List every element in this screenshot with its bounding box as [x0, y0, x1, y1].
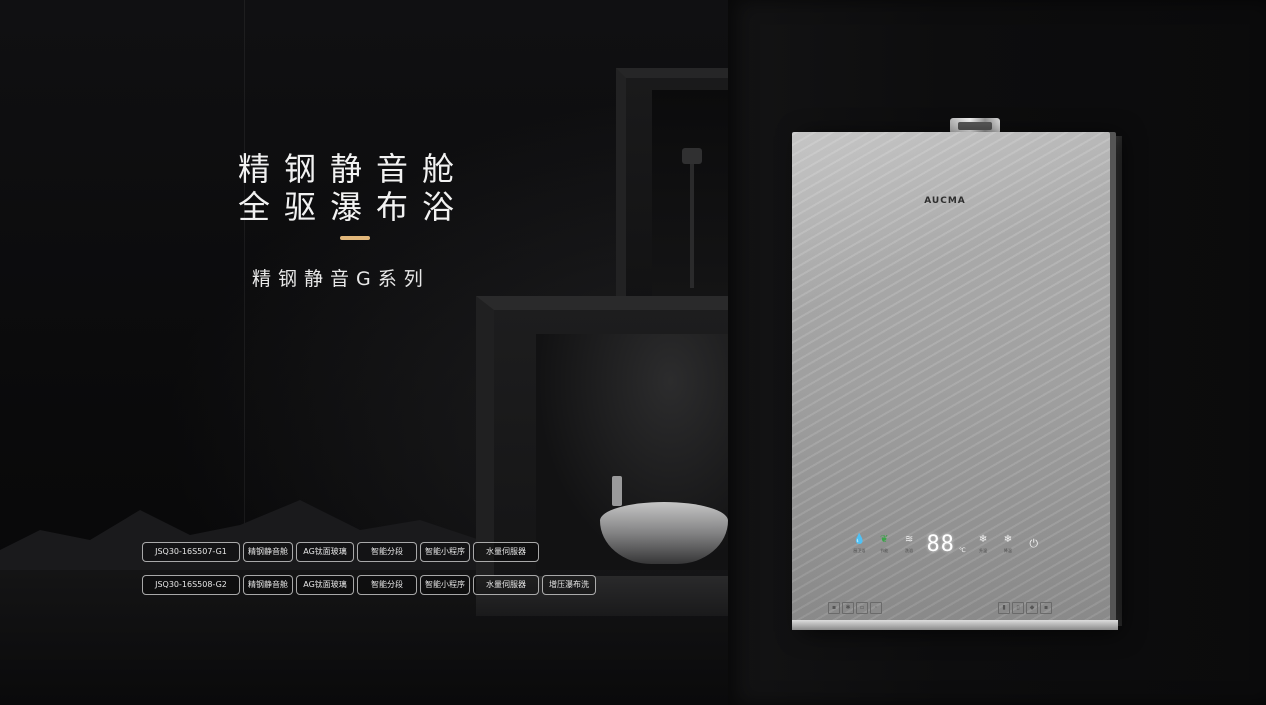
feature-chip[interactable]: 精钢静音舱	[243, 575, 293, 595]
mode-label: 厨卫浴	[853, 548, 866, 553]
power-icon[interactable]: ⏻	[1029, 537, 1038, 551]
headline-line-1: 精钢静音舱	[238, 150, 469, 188]
headline: 精钢静音舱 全驱瀑布浴	[238, 150, 478, 226]
shower-pipe	[690, 148, 694, 288]
snowflake-icon: ❄	[1003, 534, 1013, 545]
badge-icon: ◆	[1026, 602, 1038, 614]
feature-chip[interactable]: 水量伺服器	[473, 575, 539, 595]
feature-chip[interactable]: AG钛面玻璃	[296, 542, 354, 562]
brand-logo: AUCMA	[924, 196, 966, 206]
feature-chip[interactable]: 智能小程序	[420, 542, 470, 562]
wave-icon: ≋	[904, 534, 914, 545]
mode-button[interactable]: 💧 厨卫浴	[848, 534, 871, 554]
model-chip[interactable]: JSQ30-16S508-G2	[142, 575, 240, 595]
badge-icon: ▯	[1012, 602, 1024, 614]
mode-button[interactable]: ❦ 节能	[873, 534, 896, 554]
heater-side	[1110, 136, 1122, 626]
badge-icon: ▫	[856, 602, 868, 614]
leaf-icon: ❦	[880, 534, 889, 545]
feature-icons: ▮ ▯ ◆ ▪	[998, 602, 1054, 614]
feature-chip[interactable]: 智能分段	[357, 542, 417, 562]
feature-chip[interactable]: AG钛面玻璃	[296, 575, 354, 595]
accent-bar	[340, 236, 370, 240]
badge-icon: ▪	[828, 602, 840, 614]
mode-label: 节能	[880, 548, 889, 553]
temp-up-label: 升温	[979, 548, 988, 553]
mode-button[interactable]: ≋ 洗浴	[898, 534, 921, 554]
feature-chip[interactable]: 水量伺服器	[473, 542, 539, 562]
mode-label: 洗浴	[905, 548, 914, 553]
feature-chip[interactable]: 精钢静音舱	[243, 542, 293, 562]
temp-up-button[interactable]: ❄ 升温	[972, 534, 995, 554]
certification-icons: ▪ ✱ ▫ ◦	[828, 602, 884, 614]
badge-icon: ✱	[842, 602, 854, 614]
feature-chip[interactable]: 增压瀑布洗	[542, 575, 596, 595]
temperature-display: 88	[926, 531, 955, 557]
model-row: JSQ30-16S508-G2 精钢静音舱 AG钛面玻璃 智能分段 智能小程序 …	[142, 575, 599, 595]
control-panel: 💧 厨卫浴 ❦ 节能 ≋ 洗浴 88 ℃ ❄ 升温 ❄ 降温 ⏻	[848, 528, 1038, 560]
faucet-icon	[612, 476, 622, 506]
hero-banner: 精钢静音舱 全驱瀑布浴 精钢静音G系列 JSQ30-16S507-G1 精钢静音…	[0, 0, 1266, 705]
snowflake-icon: ❄	[978, 534, 988, 545]
model-row: JSQ30-16S507-G1 精钢静音舱 AG钛面玻璃 智能分段 智能小程序 …	[142, 542, 542, 562]
badge-icon: ▮	[998, 602, 1010, 614]
feature-chip[interactable]: 智能分段	[357, 575, 417, 595]
model-chip[interactable]: JSQ30-16S507-G1	[142, 542, 240, 562]
series-title: 精钢静音G系列	[252, 268, 430, 290]
feature-chip[interactable]: 智能小程序	[420, 575, 470, 595]
temperature-unit: ℃	[958, 547, 966, 554]
shower-head-icon	[682, 148, 702, 164]
headline-line-2: 全驱瀑布浴	[238, 188, 469, 226]
temp-down-label: 降温	[1003, 548, 1012, 553]
heater-bottom-trim	[792, 620, 1118, 630]
water-drop-icon: 💧	[853, 534, 866, 545]
badge-icon: ◦	[870, 602, 882, 614]
temp-down-button[interactable]: ❄ 降温	[997, 534, 1020, 554]
badge-icon: ▪	[1040, 602, 1052, 614]
